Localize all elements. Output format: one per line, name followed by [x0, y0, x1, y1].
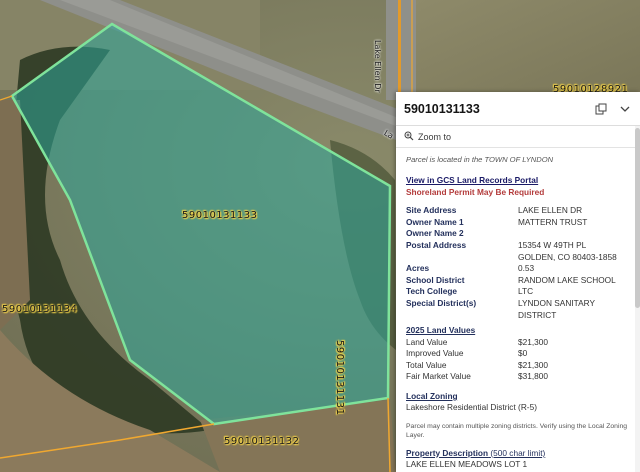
table-row: Land Value $21,300: [406, 337, 630, 349]
attr-key: Owner Name 1: [406, 216, 464, 227]
zoom-to-button[interactable]: Zoom to: [396, 126, 640, 148]
attr-value: RANDOM LAKE SCHOOL: [518, 274, 616, 285]
value-amount: $0: [518, 348, 528, 359]
town-note: Parcel is located in the TOWN OF LYNDON: [406, 155, 554, 164]
table-row: Total Value $21,300: [406, 360, 630, 372]
table-row: Postal Address 15354 W 49TH PL: [406, 240, 630, 252]
gcs-portal-link[interactable]: View in GCS Land Records Portal: [406, 175, 630, 186]
table-row: Improved Value $0: [406, 348, 630, 360]
value-key: Improved Value: [406, 348, 464, 359]
attr-value: MATTERN TRUST: [518, 216, 588, 227]
property-description-title: Property Description: [406, 447, 489, 458]
zoom-in-icon: [404, 131, 414, 143]
zoom-to-label: Zoom to: [418, 131, 452, 142]
attr-key: [406, 252, 518, 264]
attr-value: LYNDON SANITARY DISTRICT: [518, 297, 595, 320]
parcel-popup: 59010131133 Zoom to Parcel is located in…: [396, 92, 640, 472]
table-row: Acres 0.53: [406, 263, 630, 275]
property-description-link[interactable]: Property Description (500 char limit): [406, 448, 630, 459]
value-key: Total Value: [406, 359, 447, 370]
popup-header: 59010131133: [396, 92, 640, 126]
attr-value: 15354 W 49TH PL: [518, 240, 587, 250]
attr-key: Site Address: [406, 205, 457, 216]
parcel-label-east: 59010131131: [334, 340, 345, 416]
property-description-limit: (500 char limit): [490, 447, 546, 458]
table-row: School District RANDOM LAKE SCHOOL: [406, 275, 630, 287]
value-key: Land Value: [406, 336, 448, 347]
zoning-note: Parcel may contain multiple zoning distr…: [406, 422, 628, 439]
local-zoning-link[interactable]: Local Zoning: [406, 391, 630, 402]
popup-content: Parcel is located in the TOWN OF LYNDON …: [396, 148, 640, 471]
road-label-lake-ellen: Lake Ellen Dr: [373, 40, 382, 93]
attr-value: LTC: [518, 286, 534, 297]
zoning-value: Lakeshore Residential District (R-5): [406, 402, 537, 413]
value-amount: $21,300: [518, 359, 548, 370]
popup-scrollbar-thumb[interactable]: [635, 128, 640, 308]
value-key: Fair Market Value: [406, 371, 471, 382]
table-row: Tech College LTC: [406, 286, 630, 298]
table-row: Owner Name 2: [406, 228, 630, 240]
table-row: GOLDEN, CO 80403-1858: [406, 252, 630, 264]
table-row: Owner Name 1 MATTERN TRUST: [406, 217, 630, 229]
attr-key: Special District(s): [406, 297, 477, 308]
attr-value: GOLDEN, CO 80403-1858: [518, 251, 617, 262]
dock-icon[interactable]: [594, 102, 608, 116]
parcel-label-south: 59010131132: [224, 436, 300, 447]
table-row: Special District(s) LYNDON SANITARY DISTR…: [406, 298, 630, 321]
parcel-label-west: 59010131134: [2, 304, 78, 315]
value-amount: $21,300: [518, 336, 548, 347]
attr-key: Owner Name 2: [406, 228, 464, 239]
property-description-value: LAKE ELLEN MEADOWS LOT 1: [406, 459, 528, 470]
land-values-link[interactable]: 2025 Land Values: [406, 325, 630, 336]
attr-value: [518, 228, 630, 240]
parcel-label-main: 59010131133: [182, 210, 258, 221]
attr-value: LAKE ELLEN DR: [518, 205, 583, 216]
attr-key: Postal Address: [406, 240, 467, 250]
shoreland-warning: Shoreland Permit May Be Required: [406, 186, 545, 197]
attr-key: School District: [406, 274, 465, 285]
land-values-table: Land Value $21,300 Improved Value $0 Total…: [406, 337, 630, 383]
attr-value: 0.53: [518, 263, 535, 274]
attr-key: Acres: [406, 263, 430, 274]
value-amount: $31,800: [518, 371, 548, 382]
chevron-down-icon[interactable]: [618, 102, 632, 116]
attribute-table: Site Address LAKE ELLEN DR Owner Name 1 MA…: [406, 205, 630, 321]
popup-title: 59010131133: [404, 101, 480, 116]
attr-key: Tech College: [406, 286, 458, 297]
table-row: Site Address LAKE ELLEN DR: [406, 205, 630, 217]
table-row: Fair Market Value $31,800: [406, 371, 630, 383]
